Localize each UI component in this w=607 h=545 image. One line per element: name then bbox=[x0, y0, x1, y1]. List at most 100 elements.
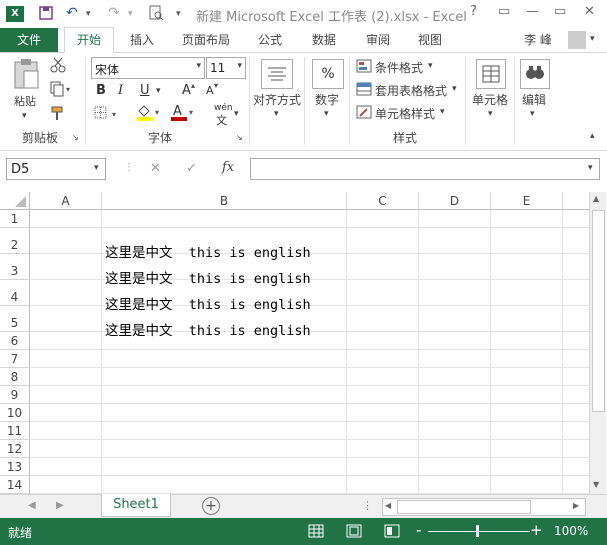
column-header-a[interactable]: A bbox=[30, 192, 102, 210]
grid-cell[interactable] bbox=[30, 386, 102, 404]
zoom-level[interactable]: 100% bbox=[554, 524, 588, 538]
tab-formulas[interactable]: 公式 bbox=[248, 28, 292, 52]
cell-styles-button[interactable]: 单元格样式 bbox=[375, 105, 435, 122]
italic-button[interactable]: I bbox=[118, 83, 123, 98]
fill-color-icon[interactable]: ▾ bbox=[136, 103, 164, 124]
zoom-slider-thumb[interactable] bbox=[476, 525, 479, 537]
border-icon[interactable]: ▾ bbox=[94, 105, 122, 124]
grid-cell[interactable] bbox=[30, 368, 102, 386]
grid-cell[interactable] bbox=[419, 404, 491, 422]
close-button[interactable]: ✕ bbox=[584, 4, 595, 19]
grid-cell[interactable] bbox=[491, 350, 563, 368]
grid-cell[interactable] bbox=[419, 422, 491, 440]
grid-cell[interactable] bbox=[563, 210, 589, 228]
maximize-button[interactable]: ▭ bbox=[554, 4, 566, 19]
format-painter-icon[interactable] bbox=[50, 105, 66, 124]
number-format-button[interactable]: % bbox=[312, 59, 344, 89]
chevron-down-icon[interactable]: ▾ bbox=[428, 61, 433, 71]
redo-icon[interactable]: ↷ bbox=[108, 5, 120, 21]
add-sheet-icon[interactable]: + bbox=[202, 497, 220, 515]
grid-cell[interactable] bbox=[347, 368, 419, 386]
grid-cell[interactable] bbox=[102, 422, 347, 440]
clipboard-launcher-icon[interactable]: ↘ bbox=[72, 133, 79, 142]
grid-cell[interactable] bbox=[491, 404, 563, 422]
grid-cell[interactable] bbox=[347, 404, 419, 422]
row-header-9[interactable]: 9 bbox=[0, 386, 30, 404]
grid-cell[interactable] bbox=[491, 476, 563, 494]
row-header-12[interactable]: 12 bbox=[0, 440, 30, 458]
find-select-button[interactable] bbox=[520, 59, 550, 89]
grid-cell[interactable] bbox=[347, 306, 419, 332]
page-break-view-icon[interactable] bbox=[384, 524, 400, 541]
grid-cell[interactable] bbox=[347, 476, 419, 494]
conditional-format-button[interactable]: 条件格式 bbox=[375, 59, 423, 76]
grid-cell[interactable] bbox=[563, 228, 589, 254]
font-launcher-icon[interactable]: ↘ bbox=[236, 133, 243, 142]
grid-cell[interactable] bbox=[563, 350, 589, 368]
grid-cell[interactable] bbox=[30, 280, 102, 306]
cell-b3[interactable]: 这里是中文 this is english bbox=[105, 267, 311, 287]
row-header-13[interactable]: 13 bbox=[0, 458, 30, 476]
column-header-e[interactable]: E bbox=[491, 192, 563, 210]
undo-dropdown-icon[interactable]: ▾ bbox=[86, 9, 91, 19]
grid-cell[interactable] bbox=[102, 210, 347, 228]
grid-cell[interactable] bbox=[30, 228, 102, 254]
print-preview-icon[interactable] bbox=[148, 5, 164, 25]
grid-cell[interactable] bbox=[419, 332, 491, 350]
row-header-10[interactable]: 10 bbox=[0, 404, 30, 422]
next-sheet-icon[interactable]: ▶ bbox=[56, 500, 64, 511]
alignment-dropdown-icon[interactable]: ▾ bbox=[274, 109, 279, 119]
row-header-2[interactable]: 2 bbox=[0, 228, 30, 254]
normal-view-icon[interactable] bbox=[308, 524, 324, 541]
grid-cell[interactable] bbox=[30, 440, 102, 458]
grid-cell[interactable] bbox=[563, 404, 589, 422]
grid-cell[interactable] bbox=[102, 386, 347, 404]
row-header-4[interactable]: 4 bbox=[0, 280, 30, 306]
cell-b4[interactable]: 这里是中文 this is english bbox=[105, 293, 311, 313]
expand-formula-bar-icon[interactable]: ▾ bbox=[588, 163, 593, 173]
row-header-8[interactable]: 8 bbox=[0, 368, 30, 386]
chevron-down-icon[interactable]: ▾ bbox=[452, 84, 457, 94]
save-icon[interactable] bbox=[38, 5, 54, 25]
grid-cell[interactable] bbox=[30, 332, 102, 350]
grid-cell[interactable] bbox=[419, 386, 491, 404]
grid-cell[interactable] bbox=[419, 210, 491, 228]
grid-cell[interactable] bbox=[30, 422, 102, 440]
grid-cell[interactable] bbox=[30, 306, 102, 332]
grid-cell[interactable] bbox=[491, 422, 563, 440]
grid-cell[interactable] bbox=[102, 440, 347, 458]
grid-cell[interactable] bbox=[102, 350, 347, 368]
row-header-11[interactable]: 11 bbox=[0, 422, 30, 440]
paste-icon[interactable] bbox=[12, 57, 42, 94]
tab-home[interactable]: 开始 bbox=[64, 27, 114, 53]
column-header-c[interactable]: C bbox=[347, 192, 419, 210]
grid-cell[interactable] bbox=[563, 386, 589, 404]
grid-cell[interactable] bbox=[419, 280, 491, 306]
cell-b5[interactable]: 这里是中文 this is english bbox=[105, 319, 311, 339]
grid-cell[interactable] bbox=[491, 306, 563, 332]
format-as-table-button[interactable]: 套用表格格式 bbox=[375, 82, 447, 99]
row-header-6[interactable]: 6 bbox=[0, 332, 30, 350]
grid-cell[interactable] bbox=[419, 458, 491, 476]
formula-input[interactable] bbox=[250, 158, 600, 180]
grid-cell[interactable] bbox=[563, 254, 589, 280]
bold-button[interactable]: B bbox=[96, 83, 106, 98]
cells-dropdown-icon[interactable]: ▾ bbox=[488, 109, 493, 119]
cell-b2[interactable]: 这里是中文 this is english bbox=[105, 241, 311, 261]
cells-button[interactable] bbox=[476, 59, 506, 89]
tab-data[interactable]: 数据 bbox=[302, 28, 346, 52]
undo-icon[interactable]: ↶ bbox=[66, 5, 78, 21]
decrease-font-button[interactable]: A bbox=[206, 84, 214, 97]
paste-label[interactable]: 粘贴 bbox=[14, 93, 36, 109]
grid-cell[interactable] bbox=[491, 368, 563, 386]
grid-cell[interactable] bbox=[491, 228, 563, 254]
grid-cell[interactable] bbox=[30, 458, 102, 476]
grid-cell[interactable] bbox=[419, 476, 491, 494]
grid-cell[interactable] bbox=[491, 458, 563, 476]
zoom-out-button[interactable]: - bbox=[416, 521, 421, 539]
ribbon-display-options-button[interactable]: ▭ bbox=[498, 4, 510, 19]
grid-cell[interactable] bbox=[102, 458, 347, 476]
sheet-tab-sheet1[interactable]: Sheet1 bbox=[101, 494, 171, 517]
grid-cell[interactable] bbox=[419, 368, 491, 386]
grid-cell[interactable] bbox=[419, 440, 491, 458]
